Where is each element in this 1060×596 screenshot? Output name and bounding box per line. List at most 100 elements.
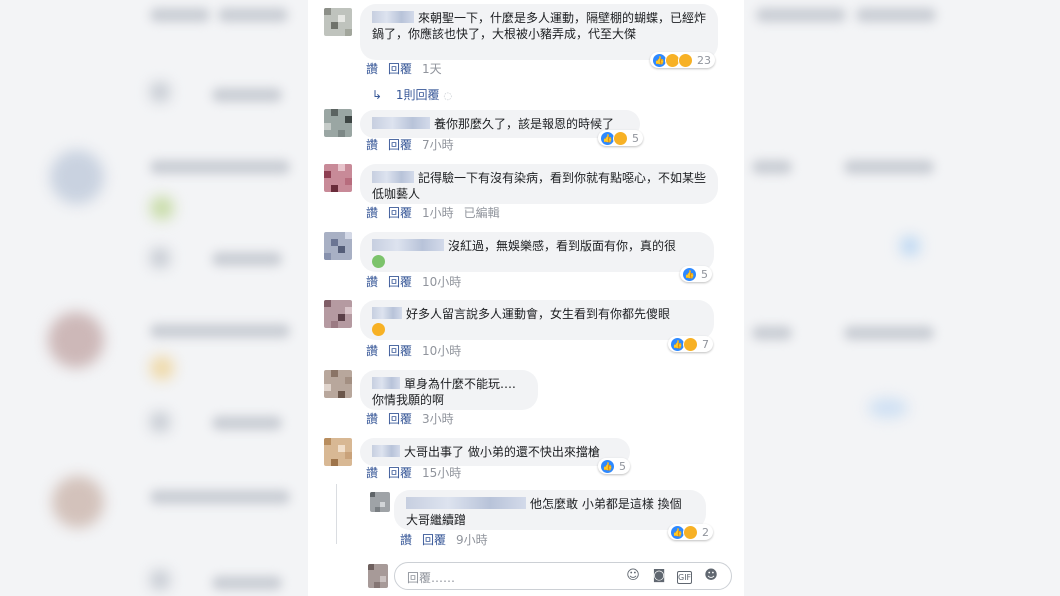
haha-icon — [613, 130, 628, 146]
avatar[interactable] — [324, 438, 352, 466]
comment-actions: 讚回覆 3小時 — [366, 410, 464, 427]
gif-icon[interactable]: GIF — [677, 571, 692, 584]
reply-link[interactable]: 回覆 — [388, 206, 412, 220]
reaction-summary[interactable]: 👍 5 — [598, 130, 643, 146]
reply-link[interactable]: 回覆 — [388, 344, 412, 358]
blurred-dot — [150, 248, 170, 268]
reaction-count: 23 — [697, 53, 711, 67]
comment-bubble: 他怎麼敢 小弟都是這樣 換個 大哥繼續蹭 — [394, 490, 706, 530]
reaction-summary[interactable]: 👍 7 — [668, 336, 713, 352]
reply-arrow-icon: ↳ — [372, 88, 383, 102]
blurred-dot — [150, 570, 170, 590]
comment-actions: 讚回覆 1天 — [366, 60, 452, 77]
timestamp[interactable]: 3小時 — [422, 412, 454, 426]
reaction-summary[interactable]: 👍 5 — [598, 458, 630, 474]
comment-actions: 讚回覆 7小時 — [366, 136, 464, 153]
comment-bubble: 沒紅過，無娛樂感，看到版面有你，真的很 — [360, 232, 714, 272]
comment-text: 他怎麼敢 小弟都是這樣 換個 — [530, 497, 682, 511]
avatar[interactable] — [324, 109, 352, 137]
reply-link[interactable]: 回覆 — [388, 412, 412, 426]
comment-bubble: 好多人留言說多人運動會，女生看到有你都先傻眼 — [360, 300, 714, 340]
comment-text: 沒紅過，無娛樂感，看到版面有你，真的很 — [448, 239, 677, 253]
reaction-summary[interactable]: 👍 2 — [668, 524, 713, 540]
wow-icon — [678, 52, 693, 68]
blurred-bar — [752, 326, 792, 340]
thread-line — [336, 484, 337, 544]
reaction-summary[interactable]: 👍 5 — [680, 266, 712, 282]
blurred-bar — [844, 160, 934, 174]
comment-actions: 讚回覆 1小時 已編輯 — [366, 204, 510, 221]
reply-link[interactable]: 回覆 — [388, 466, 412, 480]
avatar[interactable] — [370, 492, 390, 512]
avatar[interactable] — [324, 300, 352, 328]
avatar[interactable] — [324, 370, 352, 398]
blurred-background-right — [744, 0, 1060, 596]
avatar[interactable] — [324, 232, 352, 260]
like-link[interactable]: 讚 — [366, 344, 378, 358]
like-link[interactable]: 讚 — [366, 275, 378, 289]
timestamp[interactable]: 15小時 — [422, 466, 461, 480]
timestamp[interactable]: 1天 — [422, 62, 442, 76]
commenter-name-blurred[interactable] — [372, 117, 430, 129]
reply-link[interactable]: 回覆 — [422, 533, 446, 547]
haha-icon — [683, 524, 698, 540]
blurred-bar — [752, 160, 792, 174]
like-link[interactable]: 讚 — [366, 62, 378, 76]
view-replies-label[interactable]: 1則回覆 — [396, 88, 440, 102]
blurred-dot — [900, 236, 920, 256]
reaction-count: 5 — [701, 267, 708, 281]
reaction-count: 5 — [619, 459, 626, 473]
reply-link[interactable]: 回覆 — [388, 62, 412, 76]
comment-actions: 讚回覆 10小時 — [366, 273, 471, 290]
commenter-name-blurred[interactable] — [372, 171, 414, 183]
blurred-bar — [212, 252, 282, 266]
reaction-count: 2 — [702, 525, 709, 539]
blurred-bar — [150, 324, 290, 338]
avatar[interactable] — [324, 8, 352, 36]
sticker-icon[interactable]: ☻ — [703, 568, 719, 584]
camera-icon[interactable]: ◙ — [651, 568, 667, 584]
timestamp[interactable]: 7小時 — [422, 138, 454, 152]
reply-placeholder: 回覆…… — [407, 571, 456, 585]
commenter-name-blurred[interactable] — [372, 445, 400, 457]
comment-text: 來朝聖一下，什麼是多人運動，隔壁棚的蝴蝶，已經炸鍋了，你應該也快了，大根被小豬弄… — [372, 11, 707, 41]
reply-link[interactable]: 回覆 — [388, 275, 412, 289]
blurred-avatar — [50, 150, 104, 204]
blurred-bar — [150, 160, 290, 174]
reply-input[interactable]: 回覆…… ☺ ◙ GIF ☻ — [394, 562, 732, 590]
like-link[interactable]: 讚 — [366, 466, 378, 480]
blurred-bar — [844, 326, 934, 340]
commenter-name-blurred[interactable] — [372, 239, 444, 251]
like-icon: 👍 — [682, 266, 697, 282]
timestamp[interactable]: 9小時 — [456, 533, 488, 547]
timestamp[interactable]: 10小時 — [422, 275, 461, 289]
commenter-name-blurred[interactable] — [372, 307, 402, 319]
like-link[interactable]: 讚 — [400, 533, 412, 547]
blurred-bar — [756, 8, 846, 22]
timestamp[interactable]: 10小時 — [422, 344, 461, 358]
like-icon: 👍 — [600, 458, 615, 474]
timestamp[interactable]: 1小時 — [422, 206, 454, 220]
reply-link[interactable]: 回覆 — [388, 138, 412, 152]
loading-indicator-icon: ◌ — [443, 91, 453, 102]
like-link[interactable]: 讚 — [366, 138, 378, 152]
grimacing-face-emoji — [372, 323, 385, 336]
commenter-name-blurred[interactable] — [406, 497, 526, 509]
current-user-avatar[interactable] — [368, 564, 388, 588]
blurred-dot — [150, 82, 170, 102]
like-link[interactable]: 讚 — [366, 206, 378, 220]
avatar[interactable] — [324, 164, 352, 192]
comment-thread: 來朝聖一下，什麼是多人運動，隔壁棚的蝴蝶，已經炸鍋了，你應該也快了，大根被小豬弄… — [308, 0, 744, 596]
commenter-name-blurred[interactable] — [372, 11, 414, 23]
edited-label[interactable]: 已編輯 — [464, 206, 500, 220]
view-replies-link[interactable]: ↳ 1則回覆 ◌ — [372, 86, 452, 103]
blurred-dot — [150, 356, 174, 380]
emoji-smile-icon[interactable]: ☺ — [625, 568, 641, 584]
like-link[interactable]: 讚 — [366, 412, 378, 426]
blurred-avatar — [48, 312, 104, 368]
comment-text: 記得驗一下有沒有染病，看到你就有點噁心，不如某些低咖藝人 — [372, 171, 707, 201]
commenter-name-blurred[interactable] — [372, 377, 400, 389]
comment-text: 大哥出事了 做小弟的還不快出來擋槍 — [404, 445, 600, 459]
blurred-bar — [150, 8, 210, 22]
reaction-summary[interactable]: 👍 23 — [650, 52, 715, 68]
